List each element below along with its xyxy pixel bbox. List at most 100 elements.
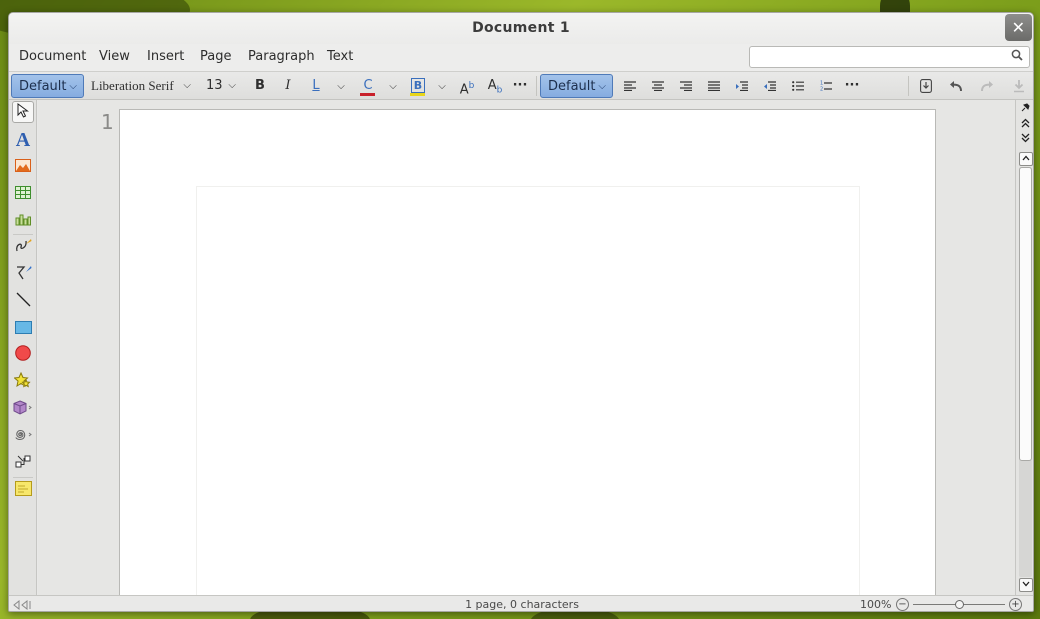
star-tool[interactable] (12, 371, 34, 394)
subscript-base: A (487, 78, 497, 93)
align-center-button[interactable] (647, 74, 669, 98)
menu-paragraph[interactable]: Paragraph (248, 49, 315, 64)
zoom-slider-handle[interactable] (954, 600, 964, 609)
line-tool[interactable] (12, 291, 34, 313)
justify-button[interactable] (703, 74, 725, 98)
chevron-down-icon: ⌵ (389, 81, 397, 92)
bullet-list-button[interactable] (787, 74, 809, 98)
formatting-toolbar: Default ⌵ Liberation Serif ⌵ 13 ⌵ B I L … (9, 71, 1033, 100)
increase-indent-icon (736, 81, 748, 92)
page[interactable] (119, 109, 936, 609)
rectangle-icon (14, 321, 32, 334)
font-color-swatch (360, 93, 375, 96)
double-chevron-up-icon (1021, 118, 1030, 128)
zoom-level[interactable]: 100% (860, 598, 891, 611)
pin-button[interactable] (1018, 102, 1033, 117)
bold-button[interactable]: B (249, 74, 271, 98)
chevron-down-icon (1022, 581, 1030, 587)
page-text-area[interactable] (196, 186, 860, 606)
page-style-combo[interactable]: Default ⌵ (540, 74, 613, 98)
window-title: Document 1 (472, 20, 570, 36)
menu-document[interactable]: Document (19, 49, 86, 64)
scroll-down-button[interactable] (1019, 578, 1033, 592)
font-size-value: 13 (206, 78, 223, 93)
title-bar[interactable]: Document 1 ✕ (9, 13, 1033, 44)
cube-tool[interactable] (12, 399, 34, 421)
document-canvas[interactable]: 1 (38, 100, 1015, 609)
svg-text:2: 2 (820, 87, 823, 92)
font-color-button[interactable]: C (357, 74, 379, 98)
zoom-out-button[interactable]: − (896, 598, 909, 611)
font-color-dropdown[interactable]: ⌵ (384, 74, 402, 98)
spiral-tool[interactable] (12, 426, 34, 448)
chevron-down-icon: ⌵ (183, 80, 191, 91)
undo-button[interactable] (945, 74, 967, 98)
underline-dropdown[interactable]: ⌵ (332, 74, 350, 98)
paragraph-style-value: Default (19, 79, 67, 94)
align-left-icon (624, 81, 636, 92)
spiral-icon (15, 429, 32, 440)
vertical-scrollbar[interactable] (1015, 100, 1033, 595)
menu-bar: Document View Insert Page Paragraph Text (9, 44, 1033, 71)
redo-button[interactable] (976, 74, 998, 98)
scroll-thumb[interactable] (1019, 167, 1032, 461)
menu-page[interactable]: Page (200, 49, 231, 64)
double-chevron-down-icon (1021, 133, 1030, 143)
drawing-toolbar: A (9, 100, 37, 595)
undo-icon (950, 81, 962, 92)
note-tool[interactable] (12, 480, 34, 502)
italic-button[interactable]: I (277, 74, 299, 98)
curve-tool[interactable] (12, 237, 34, 259)
ellipse-tool[interactable] (12, 345, 34, 367)
search-input[interactable] (749, 46, 1030, 68)
document-window: Document 1 ✕ Document View Insert Page P… (8, 12, 1034, 612)
previous-page-button[interactable] (1018, 118, 1033, 133)
subscript-mark: b (496, 85, 503, 96)
connector-tool[interactable] (12, 453, 34, 475)
menu-view[interactable]: View (99, 49, 130, 64)
pointer-tool[interactable] (12, 101, 34, 123)
decrease-indent-button[interactable] (759, 74, 781, 98)
more-paragraph-options-button[interactable]: ··· (842, 74, 862, 98)
menu-insert[interactable]: Insert (147, 49, 184, 64)
font-size-combo[interactable]: 13 ⌵ (202, 74, 242, 98)
scroll-track[interactable] (1019, 167, 1032, 577)
chart-tool[interactable] (12, 210, 34, 232)
page-style-value: Default (548, 79, 596, 94)
align-left-button[interactable] (619, 74, 641, 98)
more-text-options-button[interactable]: ··· (510, 74, 530, 98)
cube-icon (13, 400, 32, 415)
save-button[interactable] (915, 74, 937, 98)
highlight-color-swatch (410, 93, 425, 96)
text-tool[interactable]: A (12, 129, 34, 151)
close-button[interactable]: ✕ (1005, 14, 1032, 41)
align-right-button[interactable] (675, 74, 697, 98)
rectangle-tool[interactable] (12, 318, 34, 340)
chevron-down-icon: ⌵ (598, 81, 606, 92)
polygon-tool[interactable] (12, 264, 34, 286)
highlight-button[interactable]: B (407, 74, 429, 98)
underline-button[interactable]: L (305, 74, 327, 98)
increase-indent-button[interactable] (731, 74, 753, 98)
highlight-label: B (410, 78, 426, 93)
paragraph-style-combo[interactable]: Default ⌵ (11, 74, 84, 98)
scroll-up-button[interactable] (1019, 152, 1033, 166)
superscript-button[interactable]: Ab (456, 74, 478, 98)
align-right-icon (680, 81, 692, 92)
superscript-mark: b (468, 81, 475, 91)
font-name-combo[interactable]: Liberation Serif ⌵ (89, 74, 197, 98)
numbered-list-button[interactable]: 12 (815, 74, 837, 98)
chevron-down-icon: ⌵ (69, 81, 77, 92)
download-button[interactable] (1008, 74, 1030, 98)
zoom-in-button[interactable]: + (1009, 598, 1022, 611)
menu-text[interactable]: Text (327, 49, 353, 64)
align-center-icon (652, 81, 664, 92)
font-color-label: C (363, 78, 373, 93)
highlight-dropdown[interactable]: ⌵ (433, 74, 451, 98)
pointer-icon (17, 103, 30, 118)
image-tool[interactable] (12, 156, 34, 178)
pin-icon (1021, 103, 1030, 112)
subscript-button[interactable]: Ab (484, 74, 506, 98)
table-tool[interactable] (12, 183, 34, 205)
next-page-button[interactable] (1018, 133, 1033, 148)
